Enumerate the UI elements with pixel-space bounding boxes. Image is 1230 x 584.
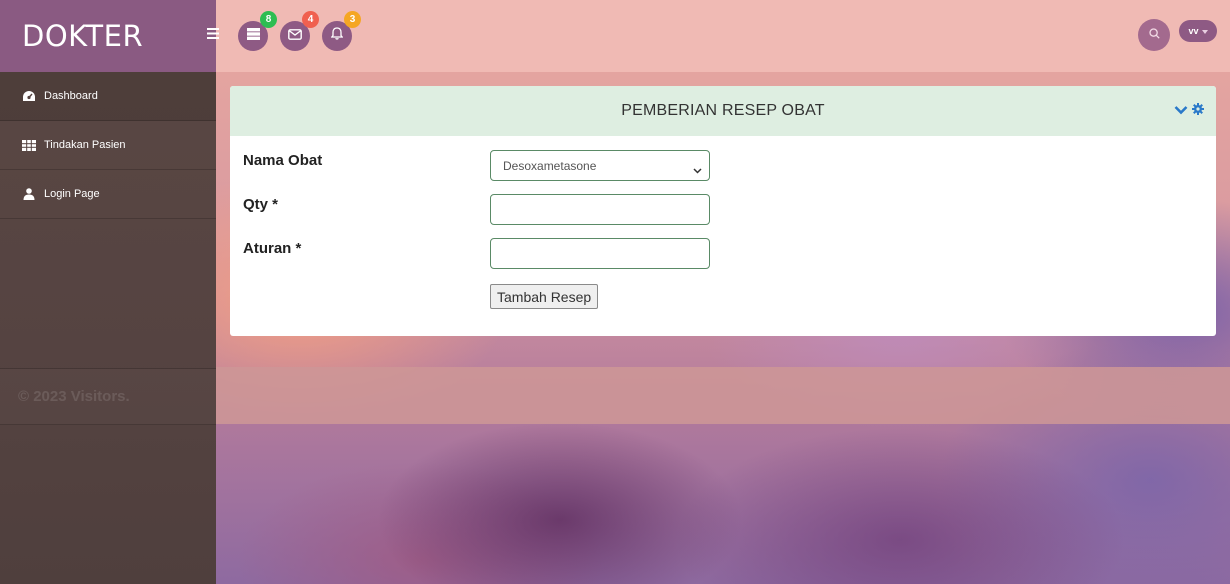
dashboard-icon [22,90,36,102]
server-icon [246,27,260,45]
notifications-button[interactable]: 3 [322,11,361,51]
sidebar-item-tindakan-pasien[interactable]: Tindakan Pasien [0,121,216,170]
messages-button[interactable]: 4 [280,11,319,51]
tasks-button[interactable]: 8 [238,11,277,51]
card-tools [1174,102,1204,120]
sidebar-item-label: Tindakan Pasien [44,139,126,151]
sidebar: DOKTER Dashboard Tindakan Pasien Login P… [0,0,216,584]
qty-input[interactable] [490,194,710,225]
card-title: PEMBERIAN RESEP OBAT [621,102,825,119]
collapse-chevron-icon[interactable] [1174,102,1188,120]
messages-badge: 4 [302,11,319,28]
sidebar-item-label: Login Page [44,188,100,200]
sidebar-footer: © 2023 Visitors. [0,369,216,425]
gear-icon[interactable] [1192,102,1204,120]
user-menu-button[interactable]: vv [1179,20,1217,42]
sidebar-spacer [0,219,216,369]
copyright-text: © 2023 Visitors. [18,388,130,405]
caret-down-icon [1201,26,1208,36]
content-footer [216,367,1230,424]
sidebar-item-login-page[interactable]: Login Page [0,170,216,219]
user-icon [22,188,36,200]
brand-title: DOKTER [22,19,144,53]
user-initials: vv [1188,26,1199,36]
table-icon [22,139,36,151]
sidebar-item-dashboard[interactable]: Dashboard [0,72,216,121]
prescription-card: PEMBERIAN RESEP OBAT Nama Obat Desoxamet… [230,86,1216,336]
aturan-input[interactable] [490,238,710,269]
notifications-badge: 3 [344,11,361,28]
nama-obat-label: Nama Obat [243,152,323,169]
card-header: PEMBERIAN RESEP OBAT [230,86,1216,136]
tambah-resep-button[interactable]: Tambah Resep [490,284,599,309]
topbar: 8 4 3 vv [200,0,1230,72]
nama-obat-select[interactable]: Desoxametasone [490,150,710,181]
bell-icon [330,27,344,45]
search-button[interactable] [1138,19,1170,51]
nama-obat-select-wrap: Desoxametasone [490,150,710,181]
sidebar-item-label: Dashboard [44,90,98,102]
tasks-badge: 8 [260,11,277,28]
brand[interactable]: DOKTER [0,0,216,72]
envelope-icon [288,27,302,45]
qty-label: Qty * [243,196,279,213]
aturan-label: Aturan * [243,240,302,257]
search-icon [1148,26,1160,44]
menu-toggle-icon[interactable] [207,26,219,44]
